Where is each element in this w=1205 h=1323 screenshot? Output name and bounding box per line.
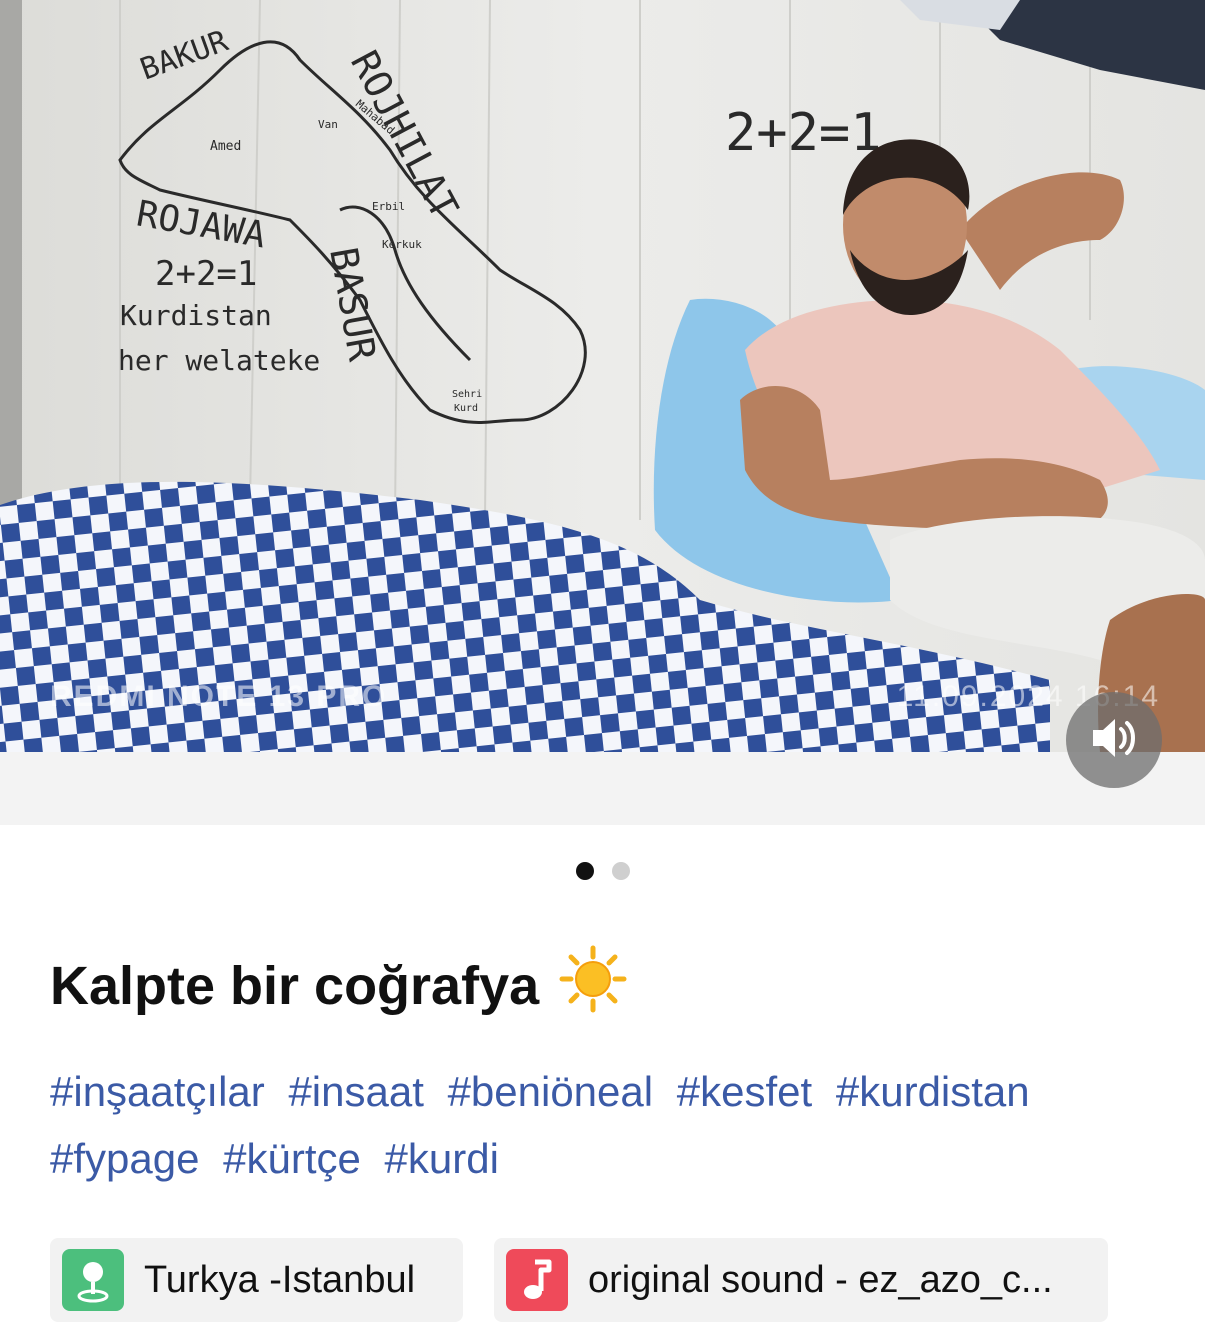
hashtag-link[interactable]: #insaat: [288, 1068, 423, 1115]
sound-label: original sound - ez_azo_c...: [588, 1258, 1053, 1301]
wall-city-amed: Amed: [210, 139, 241, 154]
hashtag-link[interactable]: #kurdistan: [836, 1068, 1030, 1115]
speaker-volume-icon: [1089, 715, 1139, 766]
wall-city-sehri: Sehri: [452, 389, 482, 400]
wall-city-kerkuk: Kerkuk: [382, 238, 422, 251]
hashtag-link[interactable]: #beniöneal: [448, 1068, 654, 1115]
hashtag-link[interactable]: #fypage: [50, 1135, 199, 1182]
hashtag-link[interactable]: #kurdi: [385, 1135, 499, 1182]
wall-city-van: Van: [318, 118, 338, 131]
media-scene: BAKUR ROJHILAT ROJAWA BASUR 2+2=1 2+2=1 …: [0, 0, 1205, 752]
post-media[interactable]: BAKUR ROJHILAT ROJAWA BASUR 2+2=1 2+2=1 …: [0, 0, 1205, 752]
sound-chip[interactable]: original sound - ez_azo_c...: [494, 1238, 1108, 1322]
pagination-dot[interactable]: [611, 862, 630, 880]
wall-text-kurdistan: Kurdistan: [120, 299, 272, 332]
location-chip[interactable]: Turkya -Istanbul: [50, 1238, 463, 1322]
location-label: Turkya -Istanbul: [144, 1258, 416, 1301]
camera-watermark: REDMI NOTE 13 PRO: [50, 680, 388, 713]
carousel-pagination: [0, 862, 1205, 880]
hashtag-link[interactable]: #kürtçe: [223, 1135, 361, 1182]
wall-equation-left: 2+2=1: [155, 254, 257, 294]
wall-equation-right: 2+2=1: [725, 103, 882, 163]
music-note-icon: [506, 1249, 568, 1311]
pagination-dot-active[interactable]: [575, 862, 594, 880]
sun-icon: [559, 945, 627, 1026]
wall-text-her-welateke: her welateke: [118, 344, 320, 377]
media-bottom-strip: [0, 752, 1205, 825]
hashtag-link[interactable]: #inşaatçılar: [50, 1068, 265, 1115]
post-title-text: Kalpte bir coğrafya: [50, 955, 540, 1016]
post-title: Kalpte bir coğrafya: [50, 945, 627, 1026]
volume-button[interactable]: [1066, 692, 1162, 788]
hashtag-list: #inşaatçılar #insaat #beniöneal #kesfet …: [50, 1058, 1170, 1192]
wall-city-erbil: Erbil: [372, 200, 405, 213]
map-pin-icon: [62, 1249, 124, 1311]
hashtag-link[interactable]: #kesfet: [677, 1068, 812, 1115]
wall-city-kurd: Kurd: [454, 403, 478, 414]
